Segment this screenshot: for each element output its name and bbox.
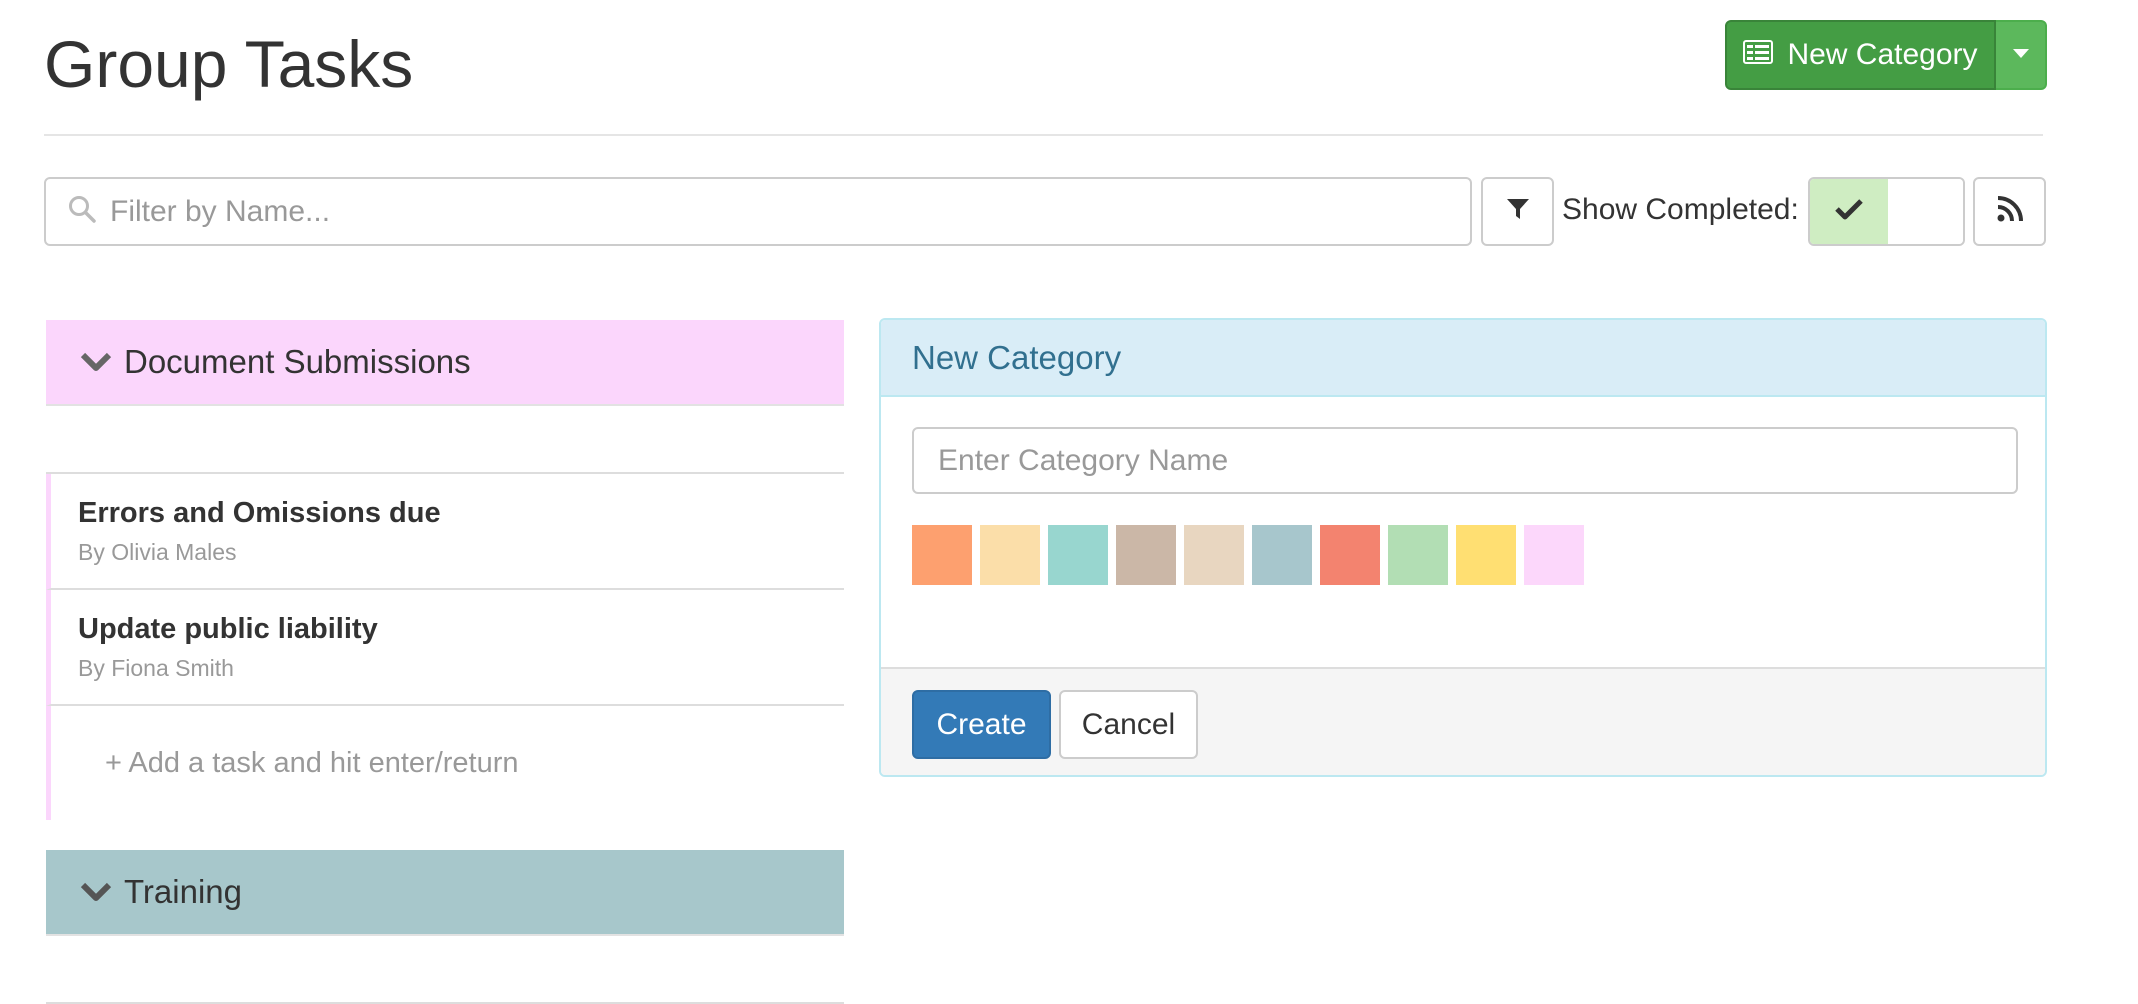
rss-feed-button[interactable] (1973, 177, 2046, 246)
toggle-on-state (1810, 179, 1888, 244)
header-divider (44, 134, 2043, 136)
page-title: Group Tasks (44, 27, 414, 101)
new-category-panel: New Category Create Cancel (879, 318, 2047, 777)
color-swatch[interactable] (980, 525, 1040, 585)
task-author: By Olivia Males (78, 539, 237, 565)
chevron-down-icon (46, 873, 124, 911)
new-category-panel-title: New Category (881, 320, 2045, 397)
create-button[interactable]: Create (912, 690, 1051, 759)
color-swatch[interactable] (1456, 525, 1516, 585)
color-swatch[interactable] (1388, 525, 1448, 585)
category-list-icon (1743, 38, 1774, 72)
category-name-input[interactable] (912, 427, 2018, 494)
add-task-input[interactable]: + Add a task and hit enter/return (46, 706, 844, 820)
task-title: Update public liability (78, 613, 378, 645)
category-name: Document Submissions (124, 343, 471, 380)
show-completed-toggle[interactable] (1808, 177, 1965, 246)
show-completed-label: Show Completed: (1562, 193, 1799, 226)
color-swatch[interactable] (912, 525, 972, 585)
filter-by-name-input[interactable] (110, 194, 1470, 229)
rss-icon (1997, 196, 2023, 227)
category-name: Training (124, 873, 242, 910)
color-swatch[interactable] (1320, 525, 1380, 585)
category-spacer (46, 936, 844, 1004)
color-swatch[interactable] (1252, 525, 1312, 585)
new-category-button-group: New Category (1725, 20, 2047, 90)
cancel-button[interactable]: Cancel (1059, 690, 1198, 759)
filter-button[interactable] (1481, 177, 1554, 246)
new-category-button-label: New Category (1787, 38, 1978, 71)
category-header-document-submissions[interactable]: Document Submissions (46, 320, 844, 406)
search-icon (46, 195, 110, 228)
funnel-icon (1506, 197, 1530, 226)
chevron-down-icon (46, 343, 124, 381)
category-spacer (46, 406, 844, 474)
category-header-training[interactable]: Training (46, 850, 844, 936)
color-swatch[interactable] (1524, 525, 1584, 585)
task-author: By Fiona Smith (78, 655, 234, 681)
new-category-button[interactable]: New Category (1725, 20, 1996, 90)
task-item[interactable]: Errors and Omissions due By Olivia Males (46, 474, 844, 590)
caret-down-icon (2012, 46, 2029, 64)
task-item[interactable]: Update public liability By Fiona Smith (46, 590, 844, 706)
color-swatch[interactable] (1184, 525, 1244, 585)
task-title: Errors and Omissions due (78, 497, 441, 529)
toggle-off-state (1888, 179, 1963, 244)
filter-search-box (44, 177, 1472, 246)
color-swatch-picker (912, 525, 1584, 585)
new-category-dropdown-toggle[interactable] (1996, 20, 2047, 90)
check-icon (1834, 197, 1864, 226)
color-swatch[interactable] (1116, 525, 1176, 585)
new-category-panel-footer: Create Cancel (881, 667, 2045, 775)
color-swatch[interactable] (1048, 525, 1108, 585)
